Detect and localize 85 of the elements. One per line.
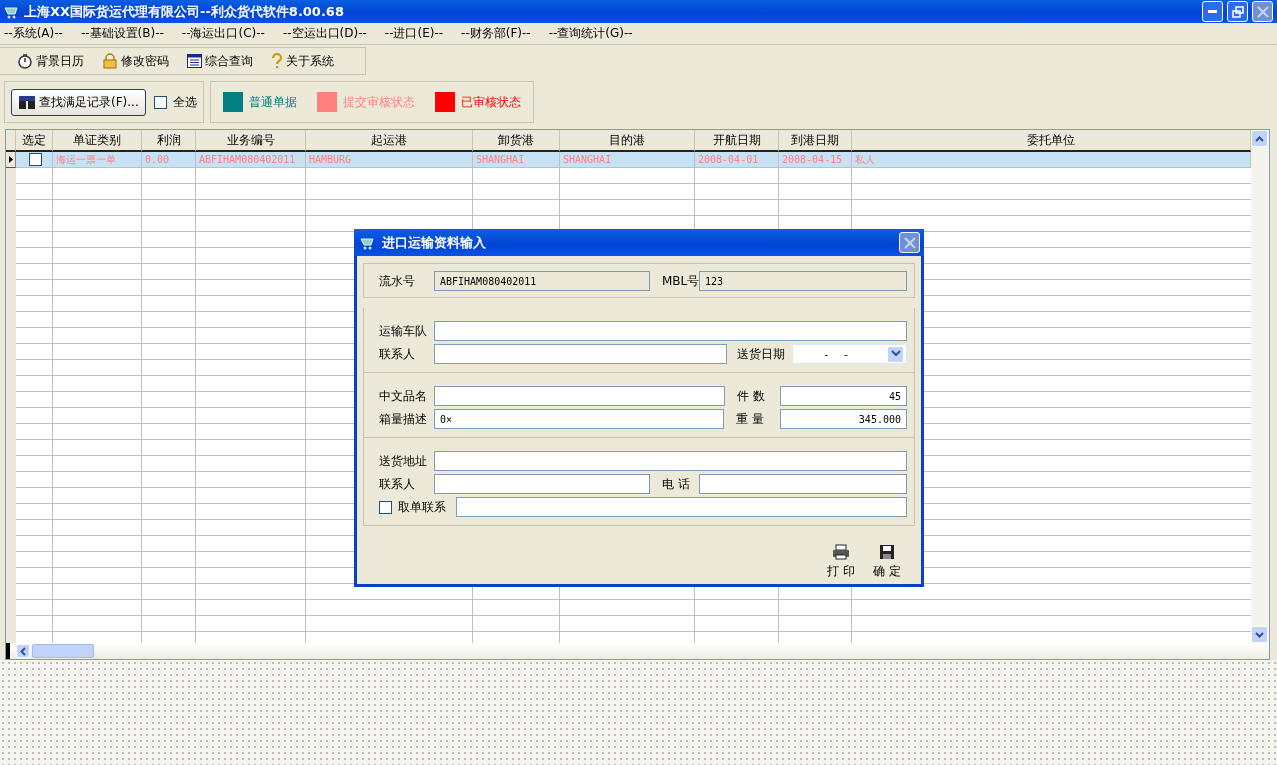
- toolbar-button[interactable]: 修改密码: [95, 50, 176, 72]
- input-field[interactable]: [434, 474, 650, 494]
- menu-item[interactable]: --海运出口(C)--: [181, 25, 265, 42]
- toolbar-button[interactable]: 背景日历: [10, 50, 91, 72]
- row-header[interactable]: [6, 152, 16, 168]
- restore-icon[interactable]: [1227, 1, 1248, 22]
- toolbar-button[interactable]: 关于系统: [264, 50, 341, 72]
- menu-item[interactable]: --进口(E)--: [384, 25, 444, 42]
- table-cell: 私人: [852, 152, 1251, 168]
- select-all-checkbox[interactable]: 全选: [153, 93, 197, 111]
- menu-item[interactable]: --基础设置(B)--: [80, 25, 164, 42]
- field-label: 送货地址: [379, 452, 428, 470]
- input-field[interactable]: [434, 321, 907, 341]
- printer-icon: [832, 544, 851, 560]
- table-cell[interactable]: [16, 152, 53, 168]
- input-field[interactable]: [699, 474, 907, 494]
- table-cell: SHANGHAI: [473, 152, 560, 168]
- menu-item[interactable]: --查询统计(G)--: [548, 25, 633, 42]
- menu-item[interactable]: --系统(A)--: [4, 25, 63, 42]
- field-label: 联系人: [379, 475, 416, 493]
- field-label: 箱量描述: [379, 410, 428, 428]
- input-field[interactable]: 123: [699, 271, 907, 291]
- input-field[interactable]: ABFIHAM080402011: [434, 271, 650, 291]
- field-label: 件 数: [736, 387, 766, 405]
- column-header[interactable]: 委托单位: [852, 130, 1251, 152]
- field-label: 中文品名: [379, 387, 428, 405]
- stopwatch-icon: [17, 53, 33, 69]
- menu-item[interactable]: --财务部(F)--: [461, 25, 531, 42]
- field-label: 送货日期: [736, 345, 786, 363]
- scroll-down-icon[interactable]: [1251, 626, 1268, 643]
- input-field[interactable]: [434, 386, 725, 406]
- table-cell: 2008-04-15: [779, 152, 852, 168]
- field-label: 运输车队: [379, 322, 428, 340]
- input-field[interactable]: 0×: [434, 409, 724, 429]
- legend-label: 已审核状态: [460, 93, 521, 111]
- table-cell: HAMBURG: [306, 152, 473, 168]
- input-field[interactable]: 345.000: [780, 409, 907, 429]
- dialog-title: 进口运输资料输入: [382, 233, 487, 252]
- input-field[interactable]: [456, 497, 907, 517]
- scroll-left-icon[interactable]: [16, 644, 30, 658]
- window-title: 上海XX国际货运代理有限公司--利众货代软件8.00.68: [24, 2, 345, 21]
- field-label: MBL号: [661, 272, 699, 290]
- confirm-button[interactable]: 确 定: [871, 542, 903, 582]
- row-checkbox[interactable]: [29, 153, 42, 166]
- table-cell: 0.00: [142, 152, 196, 168]
- column-header[interactable]: 业务编号: [196, 130, 306, 152]
- row-pointer-icon: [8, 156, 13, 163]
- column-header[interactable]: 开航日期: [695, 130, 779, 152]
- input-field[interactable]: 45: [780, 386, 907, 406]
- date-picker[interactable]: - -: [792, 344, 907, 364]
- row-header: [6, 130, 16, 152]
- table-cell: ABFIHAM080402011: [196, 152, 306, 168]
- table-cell: 2008-04-01: [695, 152, 779, 168]
- print-button[interactable]: 打 印: [825, 542, 858, 582]
- menu-item[interactable]: --空运出口(D)--: [282, 25, 367, 42]
- column-header[interactable]: 卸货港: [473, 130, 560, 152]
- input-field[interactable]: [434, 451, 907, 471]
- close-icon[interactable]: [1252, 1, 1273, 22]
- legend-label: 提交审核状态: [342, 93, 415, 111]
- app-logo-icon: [360, 235, 376, 250]
- find-button[interactable]: 查找满足记录(F)...: [11, 88, 146, 116]
- column-header[interactable]: 目的港: [560, 130, 695, 152]
- column-header[interactable]: 利润: [142, 130, 196, 152]
- table-cell: SHANGHAI: [560, 152, 695, 168]
- close-icon[interactable]: [899, 232, 920, 253]
- column-header[interactable]: 起运港: [306, 130, 473, 152]
- field-label: 流水号: [379, 272, 416, 290]
- column-header[interactable]: 选定: [16, 130, 53, 152]
- scrollbar-thumb[interactable]: [32, 644, 94, 658]
- padlock-icon: [102, 53, 118, 69]
- legend-label: 普通单据: [248, 93, 297, 111]
- field-label: 联系人: [379, 345, 416, 363]
- input-field[interactable]: [434, 344, 727, 364]
- field-label: 电 话: [661, 475, 691, 493]
- toolbar-button[interactable]: 综合查询: [180, 50, 260, 72]
- scroll-up-icon[interactable]: [1251, 130, 1268, 147]
- question-mark-icon: [271, 53, 283, 69]
- app-logo-icon: [4, 4, 20, 19]
- field-label: 重 量: [735, 410, 765, 428]
- column-header[interactable]: 到港日期: [779, 130, 852, 152]
- table-cell: 海运一票一单: [53, 152, 142, 168]
- checkbox[interactable]: 取单联系: [379, 498, 456, 516]
- minimize-icon[interactable]: [1202, 1, 1223, 22]
- calendar-icon: [187, 54, 202, 68]
- column-header[interactable]: 单证类别: [53, 130, 142, 152]
